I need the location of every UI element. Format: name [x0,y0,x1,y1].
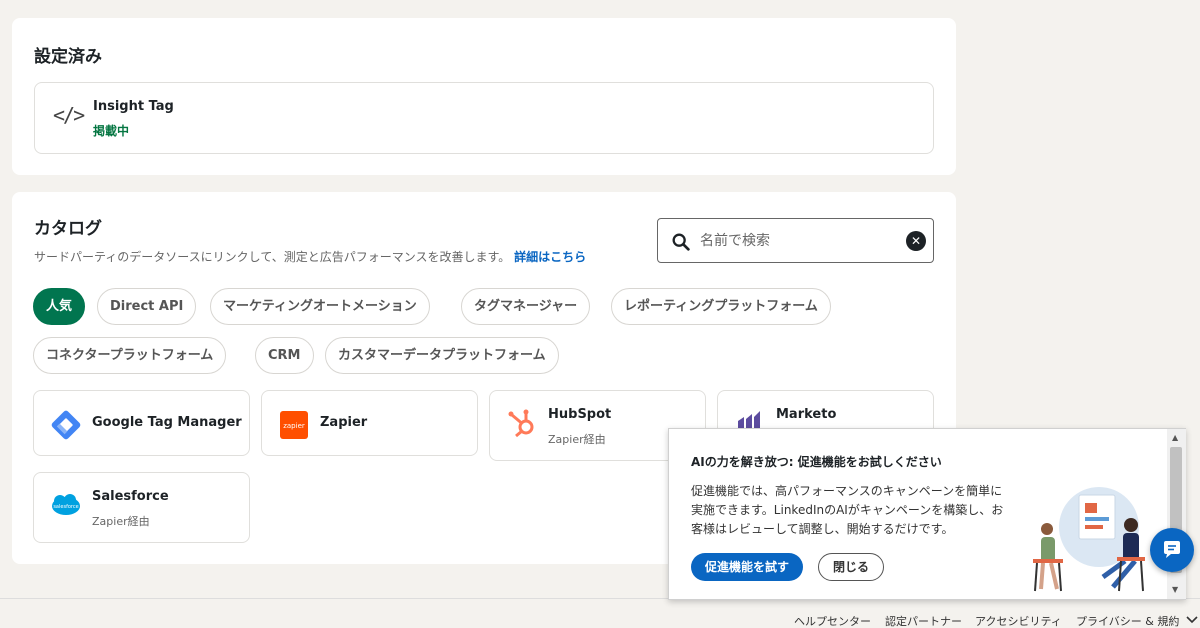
chip-customer-data-platform[interactable]: カスタマーデータプラットフォーム [325,337,559,374]
insight-tag-name: Insight Tag [93,99,174,114]
tile-salesforce[interactable]: salesforce Salesforce Zapier経由 [33,472,250,543]
catalog-description: サードパーティのデータソースにリンクして、測定と広告パフォーマンスを改善します。… [34,248,586,265]
footer: ヘルプセンター 認定パートナー アクセシビリティ プライバシー & 規約 [0,598,1200,628]
chip-direct-api[interactable]: Direct API [97,288,197,325]
footer-certified-partners[interactable]: 認定パートナー [885,613,962,628]
configured-title: 設定済み [34,47,102,67]
footer-privacy-terms[interactable]: プライバシー & 規約 [1076,613,1179,628]
chevron-down-icon[interactable] [1186,616,1198,624]
google-tag-manager-logo [51,410,81,440]
scroll-up-icon[interactable]: ▲ [1172,433,1178,442]
footer-help-center[interactable]: ヘルプセンター [794,613,871,628]
catalog-description-text: サードパーティのデータソースにリンクして、測定と広告パフォーマンスを改善します。 [34,250,511,264]
salesforce-logo: salesforce [52,494,80,515]
chip-connector-platform[interactable]: コネクタープラットフォーム [33,337,227,374]
popup-body: 促進機能では、高パフォーマンスのキャンペーンを簡単に実施できます。LinkedI… [691,484,1004,536]
chat-bubble-icon [1164,541,1180,558]
chip-reporting-platform[interactable]: レポーティングプラットフォーム [611,288,831,325]
catalog-title: カタログ [34,219,102,239]
people-collaborating-illustration [1033,487,1145,592]
chip-marketing-automation[interactable]: マーケティングオートメーション [210,288,430,325]
search-icon [672,233,690,251]
footer-accessibility[interactable]: アクセシビリティ [975,613,1062,628]
search-input[interactable] [700,227,900,255]
tile-name: HubSpot [548,407,612,422]
tile-google-tag-manager[interactable]: Google Tag Manager [33,390,250,456]
tile-name: Zapier [320,415,368,430]
svg-text:zapier: zapier [283,422,305,430]
tile-name: Google Tag Manager [92,415,242,430]
tile-subtitle: Zapier経由 [92,515,150,528]
promo-popup: AIの力を解き放つ: 促進機能をお試しください 促進機能では、高パフォーマンスの… [668,428,1186,600]
zapier-logo: zapier [280,411,308,439]
tile-name: Marketo [776,407,837,422]
chip-tag-manager[interactable]: タグマネージャー [461,288,591,325]
hubspot-logo [508,409,534,438]
learn-more-link[interactable]: 詳細はこちら [514,250,586,264]
popup-title: AIの力を解き放つ: 促進機能をお試しください [691,455,942,469]
chat-button[interactable] [1150,528,1194,572]
clear-search-icon[interactable]: ✕ [906,231,926,251]
try-accelerate-button[interactable]: 促進機能を試す [691,553,804,581]
search-box: ✕ [657,218,934,263]
insight-tag-status: 掲載中 [93,124,130,138]
insight-tag-item[interactable]: </> Insight Tag 掲載中 [34,82,934,154]
tile-subtitle: Zapier経由 [548,433,606,446]
popup-scrollbar[interactable]: ▲ ▼ [1167,429,1186,599]
code-icon: </> [53,103,85,127]
svg-text:salesforce: salesforce [53,504,78,510]
chip-popular[interactable]: 人気 [33,288,86,325]
scroll-down-icon[interactable]: ▼ [1172,585,1178,594]
chip-crm[interactable]: CRM [255,337,314,374]
tile-name: Salesforce [92,489,169,504]
close-button[interactable]: 閉じる [818,553,885,581]
tile-zapier[interactable]: zapier Zapier [261,390,478,456]
configured-section: 設定済み </> Insight Tag 掲載中 [12,18,956,175]
